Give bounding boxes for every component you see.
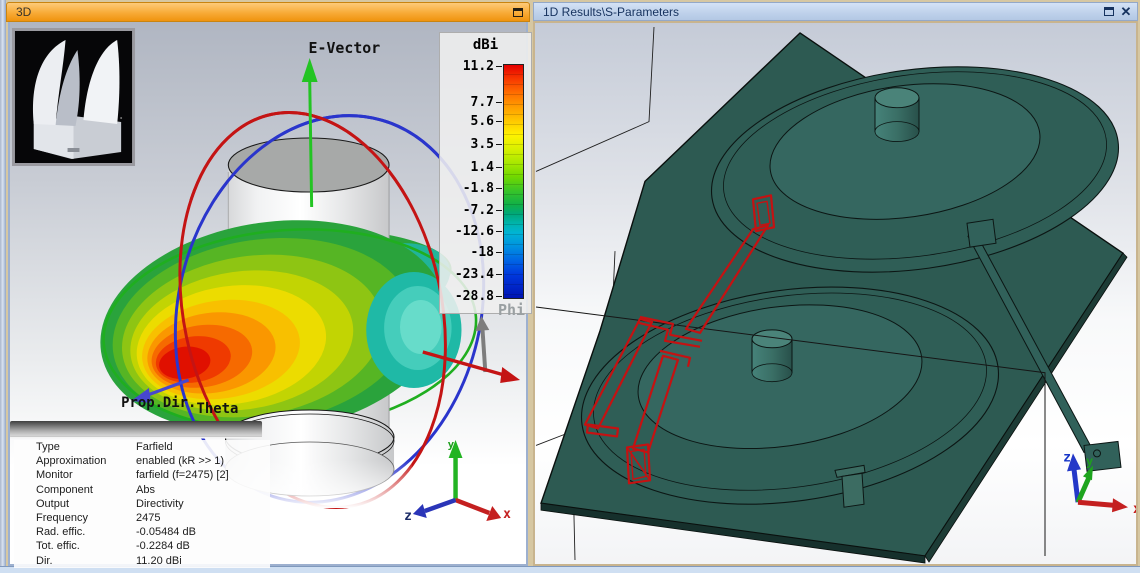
model-window-title: 1D Results\S-Parameters — [534, 5, 1103, 19]
colorbar-tick: -12.6 — [440, 226, 494, 237]
colorbar-tick: -23.4 — [440, 269, 494, 280]
colorbar-tick: -1.8 — [440, 183, 494, 194]
colorbar-tick: 7.7 — [440, 97, 494, 108]
table-row: Tot. effic.-0.2284 dB — [14, 539, 270, 553]
restore-button[interactable] — [1103, 6, 1115, 18]
axis-z-label: z — [1063, 450, 1071, 465]
farfield-window-title: 3D — [7, 5, 512, 19]
axis-y-label: y — [1086, 454, 1093, 468]
table-row: Approximationenabled (kR >> 1) — [14, 454, 270, 468]
table-row: OutputDirectivity — [14, 497, 270, 511]
phi-axis-label: Phi — [498, 301, 525, 319]
colorbar-tick: -18 — [440, 247, 494, 258]
info-panel-header — [10, 421, 262, 439]
table-row: Dir.11.20 dBi — [14, 554, 270, 568]
colorbar-tick: -7.2 — [440, 205, 494, 216]
farfield-info-table: TypeFarfield Approximationenabled (kR >>… — [14, 440, 270, 568]
colorbar-tick: 3.5 — [440, 139, 494, 150]
farfield-3d-window: 3D — [6, 2, 530, 566]
restore-button[interactable] — [512, 6, 524, 18]
theta-label: Theta — [197, 401, 239, 417]
table-row: Frequency2475 — [14, 511, 270, 525]
antenna-thumbnail — [12, 28, 135, 166]
farfield-window-titlebar[interactable]: 3D — [6, 2, 530, 22]
model-3d-window: 1D Results\S-Parameters ✕ — [533, 2, 1138, 566]
e-vector-label: E-Vector — [309, 39, 381, 57]
table-row: TypeFarfield — [14, 440, 270, 454]
close-button[interactable]: ✕ — [1120, 6, 1132, 18]
axis-x-label: x — [503, 507, 511, 522]
restore-icon — [513, 8, 523, 17]
model-window-titlebar[interactable]: 1D Results\S-Parameters ✕ — [533, 2, 1138, 21]
axis-x-label: x — [1133, 502, 1136, 517]
table-row: Rad. effic.-0.05484 dB — [14, 525, 270, 539]
colorbar-unit: dBi — [440, 37, 531, 53]
colorbar-tick: 5.6 — [440, 116, 494, 127]
restore-icon — [1104, 7, 1114, 16]
colorbar-gradient — [503, 64, 524, 299]
axis-y-label: y — [448, 438, 455, 451]
axis-z-label: z — [404, 509, 412, 524]
colorbar-tick: -28.8 — [440, 291, 494, 302]
upper-disc-pin — [875, 88, 919, 142]
model-3d-viewport[interactable]: z y x — [533, 21, 1138, 566]
prop-dir-label: Prop.Dir. — [121, 395, 196, 411]
table-row: Monitorfarfield (f=2475) [2] — [14, 468, 270, 482]
colorbar: dBi 11.2 7.7 5.6 3.5 1.4 -1.8 -7.2 -12.6… — [439, 32, 532, 314]
close-icon: ✕ — [1121, 7, 1132, 17]
colorbar-tick: 1.4 — [440, 162, 494, 173]
colorbar-tick: 11.2 — [440, 61, 494, 72]
table-row: ComponentAbs — [14, 483, 270, 497]
application-workspace: 3D — [0, 0, 1140, 573]
